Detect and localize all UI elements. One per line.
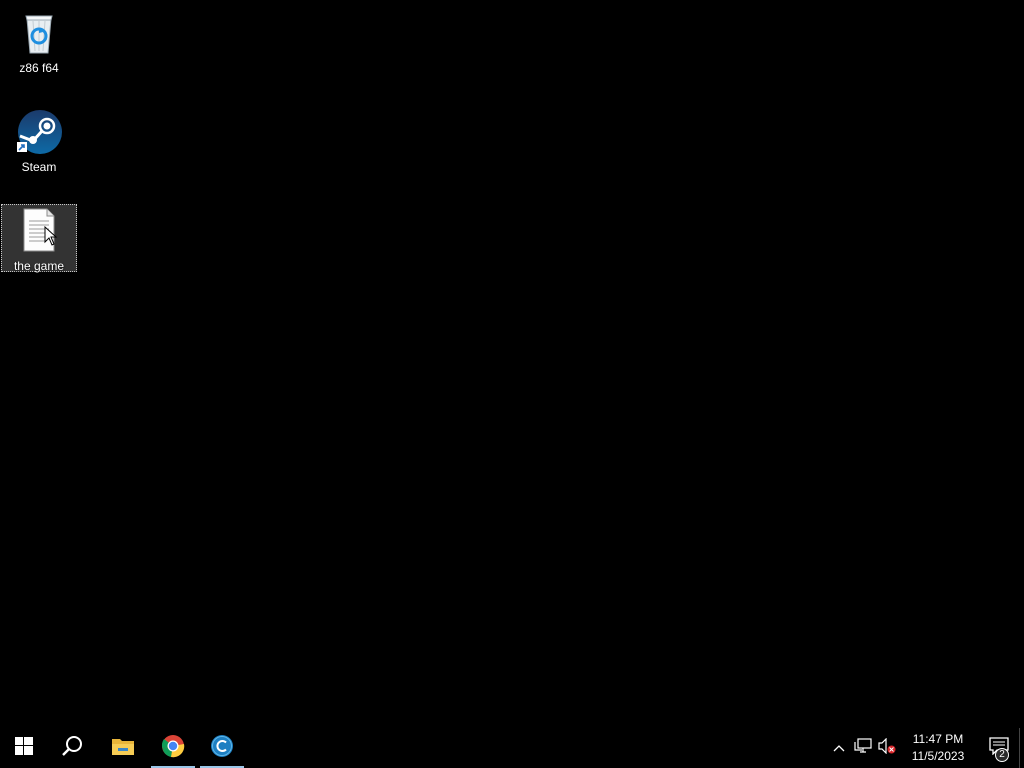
- search-button[interactable]: [48, 728, 96, 768]
- mouse-cursor-icon: [44, 225, 58, 246]
- desktop-icon-label: Steam: [21, 160, 57, 174]
- volume-muted-icon: [878, 737, 896, 759]
- notification-count-badge: 2: [995, 748, 1009, 762]
- desktop-icon-label: the game: [13, 259, 65, 273]
- desktop-icon-label: z86 f64: [19, 61, 59, 75]
- chevron-up-icon: [833, 739, 845, 757]
- folder-icon: [111, 736, 135, 761]
- taskbar-file-explorer[interactable]: [99, 728, 147, 768]
- desktop[interactable]: z86 f64 Steam the game: [0, 0, 1024, 728]
- windows-logo-icon: [15, 736, 33, 760]
- show-desktop-button[interactable]: [1019, 728, 1024, 768]
- steam-icon: [15, 108, 63, 156]
- desktop-icon-the-game[interactable]: the game: [1, 204, 77, 273]
- network-button[interactable]: [851, 728, 875, 768]
- clock-date: 11/5/2023: [911, 749, 965, 763]
- system-tray: 11:47 PM 11/5/2023 2: [827, 728, 1024, 768]
- taskbar-chrome[interactable]: [149, 728, 197, 768]
- taskbar-ccleaner[interactable]: [198, 728, 246, 768]
- start-button[interactable]: [0, 728, 48, 768]
- search-icon: [61, 735, 83, 762]
- volume-button[interactable]: [875, 728, 899, 768]
- action-center-button[interactable]: 2: [979, 728, 1019, 768]
- desktop-icon-recycle-bin[interactable]: z86 f64: [1, 6, 77, 75]
- clock[interactable]: 11:47 PM 11/5/2023: [905, 731, 971, 765]
- recycle-bin-icon: [15, 9, 63, 57]
- chrome-icon: [161, 734, 185, 763]
- clock-time: 11:47 PM: [912, 732, 964, 746]
- show-hidden-icons-button[interactable]: [827, 728, 851, 768]
- network-icon: [854, 737, 872, 759]
- ccleaner-icon: [210, 734, 234, 763]
- taskbar: 11:47 PM 11/5/2023 2: [0, 728, 1024, 768]
- desktop-icon-steam[interactable]: Steam: [1, 105, 77, 174]
